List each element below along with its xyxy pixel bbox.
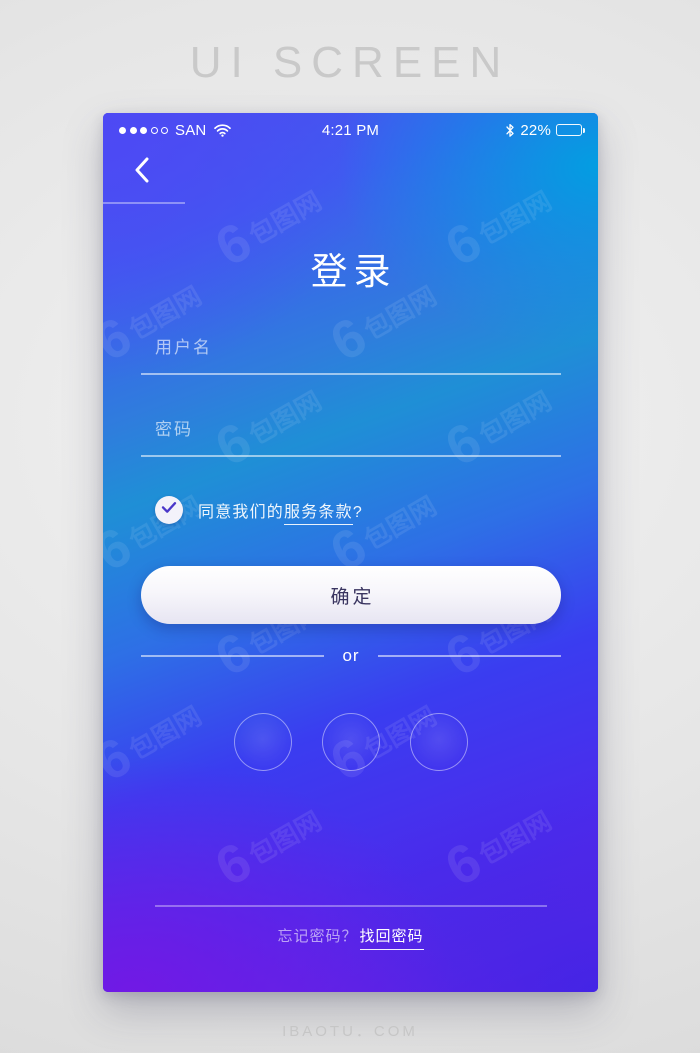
divider-line-left [141, 655, 325, 657]
page-footer-watermark: IBAOTU．COM [282, 1023, 418, 1040]
social-login-button-2[interactable] [321, 713, 380, 771]
status-bar-left: SAN [119, 121, 232, 139]
terms-text: 同意我们的服务条款? [198, 498, 363, 525]
chevron-left-icon [134, 157, 150, 188]
forgot-password-row: 忘记密码？ 找回密码 [103, 925, 598, 950]
terms-link[interactable]: 服务条款 [284, 504, 353, 525]
phone-mockup: 6包图网 6包图网 6包图网 6包图网 6包图网 6包图网 6包图网 6包图网 … [103, 113, 598, 992]
password-placeholder: 密码 [155, 420, 193, 439]
carrier-label: SAN [175, 121, 207, 139]
divider-label: or [342, 646, 360, 665]
bottom-divider [155, 905, 547, 907]
signal-strength-icon [119, 126, 168, 134]
wifi-icon [214, 123, 232, 137]
username-field[interactable]: 用户名 [141, 335, 561, 375]
check-icon [161, 501, 177, 519]
battery-icon [556, 124, 585, 136]
terms-prefix: 同意我们的 [198, 504, 285, 521]
status-bar: SAN 4:21 PM 22% [103, 113, 598, 147]
page-title: UI SCREEN [189, 38, 511, 87]
or-divider: or [141, 646, 561, 666]
bluetooth-icon [505, 123, 515, 138]
divider-line-right [377, 655, 561, 657]
social-login-button-3[interactable] [409, 713, 468, 771]
page-root: UI SCREEN 6包图网 6包图网 6包图网 6包图网 6包图网 6包图网 … [0, 0, 700, 1053]
retrieve-password-link[interactable]: 找回密码 [359, 928, 424, 950]
submit-button[interactable]: 确定 [141, 566, 561, 624]
password-underline [141, 455, 561, 457]
password-field[interactable]: 密码 [141, 417, 561, 457]
terms-suffix: ? [352, 504, 363, 521]
forgot-password-question: 忘记密码？ [277, 928, 358, 945]
status-bar-right: 22% [505, 121, 585, 139]
terms-row[interactable]: 同意我们的服务条款? [155, 496, 363, 525]
social-login-row [103, 713, 598, 771]
username-underline [141, 373, 561, 375]
nav-underline [103, 202, 185, 204]
username-placeholder: 用户名 [155, 338, 212, 357]
social-login-button-1[interactable] [233, 713, 292, 771]
screen-title: 登录 [310, 251, 397, 292]
back-button[interactable] [125, 155, 159, 189]
terms-checkbox[interactable] [155, 496, 183, 524]
battery-percent-label: 22% [520, 121, 551, 139]
